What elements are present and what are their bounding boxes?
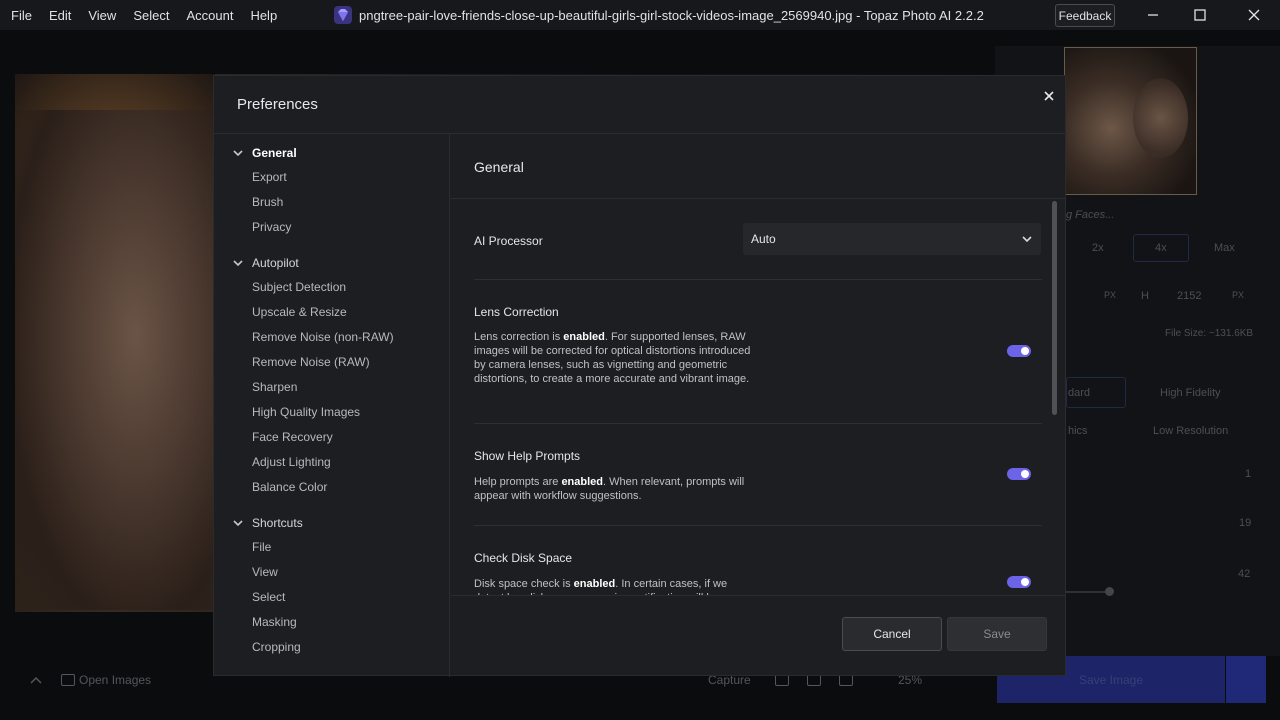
minimize-button[interactable]: [1130, 0, 1176, 30]
sidebar-item-brush[interactable]: Brush: [252, 195, 283, 209]
lens-correction-description: Lens correction is enabled. For supporte…: [474, 331, 751, 385]
value-1: 1: [1245, 468, 1252, 480]
dialog-close-button[interactable]: [1040, 87, 1058, 105]
ai-processor-value: Auto: [751, 232, 776, 246]
settings-scrollbar[interactable]: [1052, 201, 1057, 415]
sidebar-item-masking[interactable]: Masking: [252, 615, 297, 629]
export-settings-button[interactable]: [1226, 656, 1266, 703]
help-prompts-label: Show Help Prompts: [474, 449, 581, 463]
menu-account[interactable]: Account: [186, 8, 233, 23]
canvas-image-face: [15, 110, 215, 610]
dialog-footer: Cancel Save: [451, 595, 1066, 677]
sidebar-item-subject-detection[interactable]: Subject Detection: [252, 280, 346, 294]
lens-correction-label: Lens Correction: [474, 305, 559, 319]
scale-max[interactable]: Max: [1214, 242, 1235, 254]
scale-4x: 4x: [1155, 242, 1167, 254]
save-button[interactable]: Save: [947, 617, 1047, 651]
preferences-content: General AI Processor Auto Lens Correctio…: [451, 134, 1066, 677]
sidebar-group-label: Autopilot: [252, 256, 299, 270]
sidebar-group-shortcuts[interactable]: Shortcuts: [233, 516, 303, 530]
divider: [474, 525, 1042, 526]
sidebar-item-balance-color[interactable]: Balance Color: [252, 480, 327, 494]
maximize-button[interactable]: [1177, 0, 1223, 30]
open-images-icon: [61, 674, 75, 686]
help-prompts-toggle[interactable]: [1007, 468, 1031, 480]
sidebar-group-general[interactable]: General: [233, 146, 297, 160]
chevron-down-icon: [233, 260, 243, 267]
maximize-icon: [1194, 9, 1206, 21]
menu-bar: File Edit View Select Account Help: [0, 0, 294, 30]
sidebar-item-file[interactable]: File: [252, 540, 271, 554]
chevron-down-icon: [1022, 236, 1032, 243]
face-thumbnail[interactable]: [1064, 47, 1197, 195]
model-graphics[interactable]: hics: [1068, 425, 1088, 437]
sidebar-item-high-quality-images[interactable]: High Quality Images: [252, 405, 360, 419]
sidebar-item-export[interactable]: Export: [252, 170, 287, 184]
sidebar-group-autopilot[interactable]: Autopilot: [233, 256, 299, 270]
chevron-down-icon: [233, 520, 243, 527]
sidebar-item-remove-noise-raw[interactable]: Remove Noise (RAW): [252, 355, 370, 369]
window-title-text: pngtree-pair-love-friends-close-up-beaut…: [359, 7, 984, 23]
preferences-dialog: Preferences General Export Brush Privacy…: [213, 75, 1067, 677]
disk-space-toggle[interactable]: [1007, 576, 1031, 588]
feedback-button[interactable]: Feedback: [1055, 4, 1115, 27]
sidebar-group-label: Shortcuts: [252, 516, 303, 530]
content-header: General: [451, 134, 1066, 199]
file-size: File Size: ~131.6KB: [1165, 328, 1254, 339]
value-42: 42: [1238, 568, 1251, 580]
sidebar-item-select[interactable]: Select: [252, 590, 285, 604]
divider: [474, 279, 1042, 280]
height-value[interactable]: 2152: [1177, 290, 1201, 302]
content-title: General: [474, 159, 524, 175]
height-label: H: [1141, 290, 1149, 302]
help-prompts-description: Help prompts are enabled. When relevant,…: [474, 476, 745, 502]
sidebar-item-sharpen[interactable]: Sharpen: [252, 380, 297, 394]
ai-processor-select[interactable]: Auto: [743, 223, 1041, 255]
scale-2x[interactable]: 2x: [1092, 242, 1104, 254]
sidebar-item-face-recovery[interactable]: Face Recovery: [252, 430, 333, 444]
model-low-resolution[interactable]: Low Resolution: [1153, 425, 1228, 437]
close-icon: [1248, 9, 1260, 21]
menu-file[interactable]: File: [11, 8, 32, 23]
sidebar-item-view[interactable]: View: [252, 565, 278, 579]
window-title: pngtree-pair-love-friends-close-up-beaut…: [334, 0, 984, 30]
menu-view[interactable]: View: [88, 8, 116, 23]
value-19: 19: [1239, 517, 1252, 529]
lens-correction-toggle[interactable]: [1007, 345, 1031, 357]
disk-space-label: Check Disk Space: [474, 551, 573, 565]
preferences-sidebar: General Export Brush Privacy Autopilot S…: [214, 134, 450, 677]
close-window-button[interactable]: [1231, 0, 1277, 30]
sidebar-item-adjust-lighting[interactable]: Adjust Lighting: [252, 455, 331, 469]
height-unit[interactable]: PX: [1232, 290, 1244, 300]
menu-edit[interactable]: Edit: [49, 8, 71, 23]
close-icon: [1044, 91, 1054, 101]
cancel-button[interactable]: Cancel: [842, 617, 942, 651]
sidebar-item-upscale-resize[interactable]: Upscale & Resize: [252, 305, 347, 319]
topaz-logo-icon: [334, 6, 352, 24]
dialog-title: Preferences: [237, 96, 318, 113]
minimize-icon: [1148, 14, 1158, 16]
model-high-fidelity[interactable]: High Fidelity: [1160, 387, 1221, 399]
slider-handle[interactable]: [1105, 587, 1114, 596]
sidebar-group-label: General: [252, 146, 297, 160]
dialog-header: Preferences: [214, 76, 1067, 134]
sidebar-item-cropping[interactable]: Cropping: [252, 640, 301, 654]
open-images-label[interactable]: Open Images: [79, 673, 151, 687]
disk-space-description: Disk space check is enabled. In certain …: [474, 578, 728, 595]
divider: [474, 423, 1042, 424]
sidebar-item-privacy[interactable]: Privacy: [252, 220, 291, 234]
chevron-down-icon: [233, 150, 243, 157]
ai-processor-label: AI Processor: [474, 234, 543, 248]
settings-scroll-area[interactable]: AI Processor Auto Lens Correction Lens c…: [451, 199, 1066, 595]
menu-select[interactable]: Select: [133, 8, 169, 23]
slider-track[interactable]: [1066, 591, 1110, 593]
faces-label: g Faces...: [1066, 209, 1115, 221]
width-unit[interactable]: PX: [1104, 290, 1116, 300]
sidebar-item-remove-noise-non-raw[interactable]: Remove Noise (non-RAW): [252, 330, 394, 344]
menu-help[interactable]: Help: [250, 8, 277, 23]
model-standard: dard: [1068, 387, 1091, 399]
title-bar: File Edit View Select Account Help pngtr…: [0, 0, 1280, 30]
chevron-up-icon[interactable]: [30, 676, 42, 684]
